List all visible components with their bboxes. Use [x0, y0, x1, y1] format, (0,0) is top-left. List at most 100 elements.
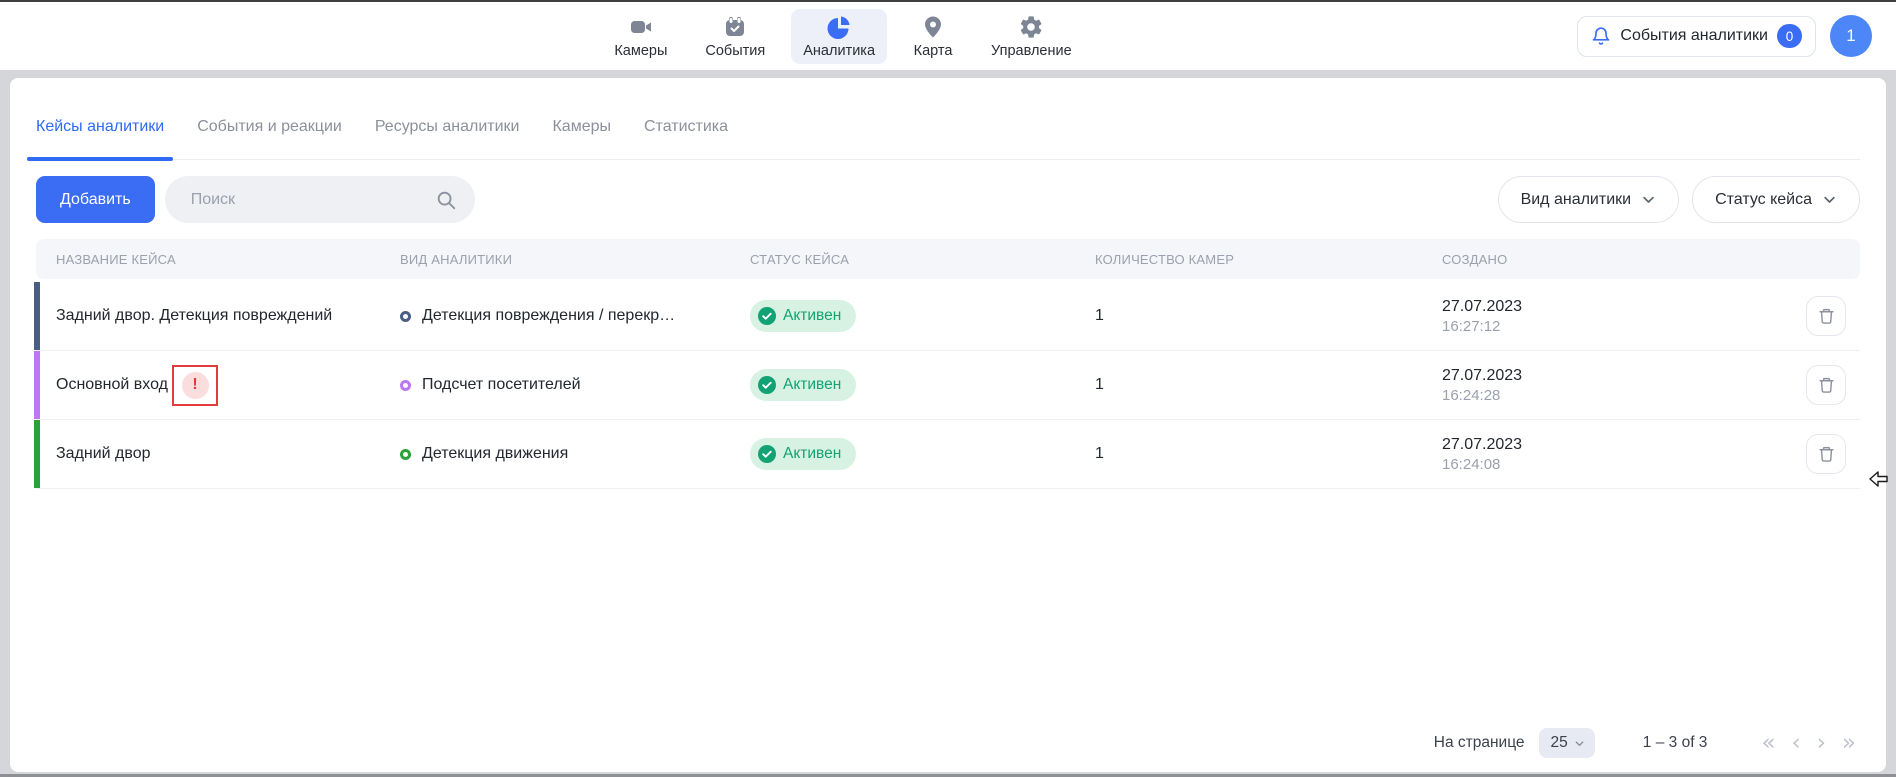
case-status-cell: Активен	[730, 369, 1075, 401]
nav-analytics[interactable]: Аналитика	[791, 9, 887, 64]
row-actions	[1780, 365, 1860, 405]
status-badge: Активен	[750, 300, 856, 332]
nav-events-label: События	[705, 43, 765, 59]
table-row[interactable]: Задний двор Детекция движения Активен 1 …	[36, 420, 1860, 489]
nav-analytics-label: Аналитика	[803, 43, 875, 59]
delete-case-button[interactable]	[1806, 365, 1846, 405]
row-actions	[1780, 434, 1860, 474]
per-page-select[interactable]: 25	[1539, 728, 1595, 758]
tab-analytics-cases[interactable]: Кейсы аналитики	[36, 118, 164, 159]
analytics-kind-label: Детекция повреждения / перекр…	[422, 307, 675, 325]
analytics-kind-cell: Детекция движения	[380, 445, 730, 463]
check-circle-icon	[758, 445, 776, 463]
nav-cameras-label: Камеры	[614, 43, 667, 59]
trash-icon	[1818, 445, 1835, 463]
search-input[interactable]	[191, 191, 435, 209]
add-case-button[interactable]: Добавить	[36, 176, 155, 223]
created-cell: 27.07.2023 16:27:12	[1422, 298, 1780, 335]
analytics-kind-ring-icon	[400, 380, 411, 391]
search-box[interactable]	[165, 176, 475, 223]
analytics-kind-label: Детекция движения	[422, 445, 568, 463]
status-label: Активен	[783, 307, 841, 325]
filter-case-status-label: Статус кейса	[1715, 191, 1812, 209]
main-navigation: Камеры События Аналитика Карта Управлени	[602, 9, 1083, 64]
pager: « ‹ › »	[1757, 732, 1860, 755]
calendar-check-icon	[722, 14, 748, 40]
analytics-page-card: Кейсы аналитики События и реакции Ресурс…	[10, 78, 1886, 772]
table-row[interactable]: Задний двор. Детекция повреждений Детекц…	[36, 282, 1860, 351]
analytics-kind-ring-icon	[400, 311, 411, 322]
nav-management[interactable]: Управление	[979, 9, 1084, 64]
delete-case-button[interactable]	[1806, 434, 1846, 474]
case-name: Задний двор. Детекция повреждений	[36, 307, 380, 325]
toolbar: Добавить Вид аналитики Статус кейса	[36, 176, 1860, 223]
tab-cameras[interactable]: Камеры	[552, 118, 611, 159]
page-tabs: Кейсы аналитики События и реакции Ресурс…	[36, 78, 1860, 160]
tab-analytics-resources[interactable]: Ресурсы аналитики	[375, 118, 520, 159]
tab-statistics[interactable]: Статистика	[644, 118, 728, 159]
chevron-down-icon	[1822, 192, 1837, 207]
nav-map-label: Карта	[914, 43, 953, 59]
case-status-cell: Активен	[730, 300, 1075, 332]
warning-icon: !	[182, 372, 209, 399]
tab-events-reactions[interactable]: События и реакции	[197, 118, 342, 159]
trash-icon	[1818, 376, 1835, 394]
created-date: 27.07.2023	[1442, 367, 1522, 385]
column-header-case-status: СТАТУС КЕЙСА	[730, 252, 1075, 267]
last-page-button[interactable]: »	[1838, 732, 1860, 755]
case-name: Задний двор	[36, 445, 380, 463]
first-page-button[interactable]: «	[1757, 732, 1779, 755]
case-status-cell: Активен	[730, 438, 1075, 470]
created-cell: 27.07.2023 16:24:08	[1422, 436, 1780, 473]
analytics-events-button[interactable]: События аналитики 0	[1577, 16, 1816, 57]
filter-analytics-kind[interactable]: Вид аналитики	[1498, 176, 1680, 223]
chevron-down-icon	[1641, 192, 1656, 207]
user-avatar[interactable]: 1	[1830, 15, 1872, 57]
created-time: 16:27:12	[1442, 318, 1500, 335]
table-row[interactable]: Основной вход ! Подсчет посетителей Акти…	[36, 351, 1860, 420]
column-header-analytics-kind: ВИД АНАЛИТИКИ	[380, 252, 730, 267]
nav-map[interactable]: Карта	[901, 9, 965, 64]
created-date: 27.07.2023	[1442, 298, 1522, 316]
filter-case-status[interactable]: Статус кейса	[1692, 176, 1860, 223]
check-circle-icon	[758, 307, 776, 325]
top-bar: Камеры События Аналитика Карта Управлени	[0, 2, 1896, 70]
next-page-button[interactable]: ›	[1813, 732, 1830, 755]
analytics-kind-cell: Подсчет посетителей	[380, 376, 730, 394]
status-badge: Активен	[750, 438, 856, 470]
pie-chart-icon	[826, 14, 852, 40]
row-accent-bar	[34, 282, 40, 350]
row-accent-bar	[34, 351, 40, 419]
video-camera-icon	[628, 14, 654, 40]
pagination-range: 1 – 3 of 3	[1643, 734, 1708, 752]
case-name-cell: Основной вход !	[36, 365, 380, 406]
status-label: Активен	[783, 376, 841, 394]
nav-management-label: Управление	[991, 43, 1072, 59]
camera-count: 1	[1075, 376, 1422, 394]
trash-icon	[1818, 307, 1835, 325]
table-footer: На странице 25 1 – 3 of 3 « ‹ › »	[36, 714, 1860, 772]
created-time: 16:24:28	[1442, 387, 1500, 404]
row-actions	[1780, 296, 1860, 336]
analytics-kind-label: Подсчет посетителей	[422, 376, 581, 394]
row-accent-bar	[34, 420, 40, 488]
search-icon	[435, 189, 457, 211]
status-label: Активен	[783, 445, 841, 463]
mouse-cursor-arrow	[1866, 467, 1890, 491]
nav-events[interactable]: События	[693, 9, 777, 64]
camera-count: 1	[1075, 307, 1422, 325]
case-name: Основной вход	[56, 376, 168, 394]
column-header-camera-count: КОЛИЧЕСТВО КАМЕР	[1075, 252, 1422, 267]
camera-count: 1	[1075, 445, 1422, 463]
map-pin-icon	[920, 14, 946, 40]
delete-case-button[interactable]	[1806, 296, 1846, 336]
top-bar-right: События аналитики 0 1	[1577, 2, 1872, 70]
per-page-label: На странице	[1434, 734, 1525, 752]
check-circle-icon	[758, 376, 776, 394]
nav-cameras[interactable]: Камеры	[602, 9, 679, 64]
notification-count-badge: 0	[1777, 24, 1802, 48]
status-badge: Активен	[750, 369, 856, 401]
previous-page-button[interactable]: ‹	[1788, 732, 1805, 755]
created-cell: 27.07.2023 16:24:28	[1422, 367, 1780, 404]
annotation-highlight-box: !	[172, 365, 218, 406]
